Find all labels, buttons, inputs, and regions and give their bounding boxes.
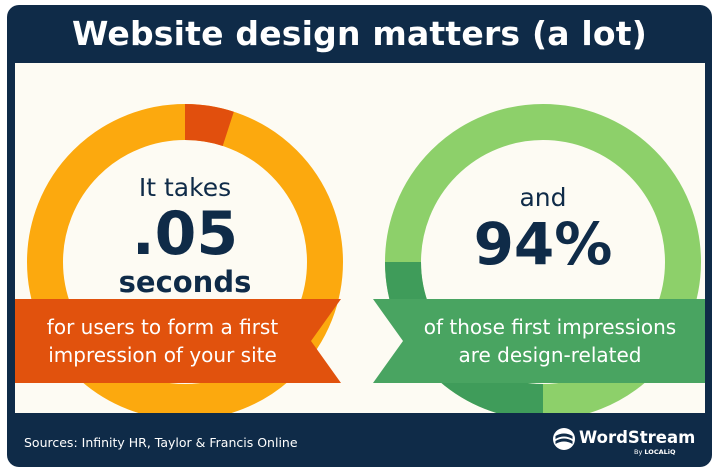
logo-by: By (634, 448, 643, 456)
left-banner-line2: impression of your site (48, 343, 277, 367)
sources-text: Sources: Infinity HR, Taylor & Francis O… (24, 435, 298, 450)
left-stat-text: It takes .05 seconds (85, 173, 285, 299)
left-stat-value: .05 (131, 199, 239, 269)
left-banner-line1: for users to form a first (46, 315, 279, 339)
content-panel: It takes .05 seconds and 94% for users t… (15, 63, 705, 413)
logo-parent: LOCALiQ (644, 448, 676, 456)
wordstream-logo-icon (553, 428, 575, 450)
right-banner-line1: of those first impressions (423, 315, 677, 339)
right-banner-line2: are design-related (458, 343, 642, 367)
page-title: Website design matters (a lot) (71, 14, 648, 53)
logo-byline: By LOCALiQ (634, 448, 676, 456)
right-stat-value: 94% (473, 210, 613, 278)
right-stat-lead: and (519, 183, 567, 212)
left-stat-unit: seconds (118, 265, 252, 299)
left-donut-accent-segment (184, 104, 234, 147)
left-banner-text: for users to form a first impression of … (15, 313, 310, 369)
logo-wordmark: WordStream (579, 428, 696, 447)
right-banner-text: of those first impressions are design-re… (400, 313, 700, 369)
infographic: Website design matters (a lot) It takes … (0, 0, 720, 473)
wordstream-logo: WordStream By LOCALiQ (552, 425, 702, 461)
right-stat-text: and 94% (443, 183, 643, 275)
